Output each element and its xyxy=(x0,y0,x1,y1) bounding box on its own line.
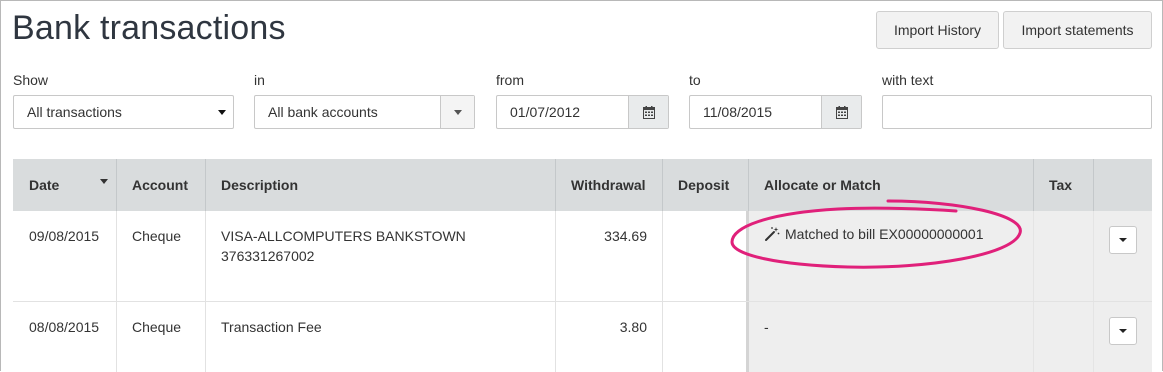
to-date-field[interactable]: 11/08/2015 xyxy=(689,95,862,129)
page-title: Bank transactions xyxy=(12,9,286,47)
row-allocate[interactable]: - xyxy=(764,317,769,337)
from-date-value: 01/07/2012 xyxy=(510,104,581,120)
row-actions-dropdown[interactable] xyxy=(1109,226,1137,254)
allocate-column-divider xyxy=(746,211,749,372)
account-dropdown-toggle[interactable] xyxy=(440,96,474,128)
column-allocate: Allocate or Match xyxy=(764,177,881,193)
in-label: in xyxy=(254,72,265,88)
row-description-line2: 376331267002 xyxy=(221,248,315,264)
to-calendar-button[interactable] xyxy=(821,96,861,128)
import-history-button[interactable]: Import History xyxy=(876,11,999,49)
chevron-down-icon xyxy=(454,110,462,115)
account-select[interactable]: All bank accounts xyxy=(254,95,475,129)
import-statements-button[interactable]: Import statements xyxy=(1003,11,1152,49)
to-label: to xyxy=(689,72,701,88)
magic-wand-icon xyxy=(765,227,780,241)
row-date: 08/08/2015 xyxy=(29,319,100,335)
column-date[interactable]: Date xyxy=(29,159,59,211)
chevron-down-icon xyxy=(1119,238,1127,242)
column-description[interactable]: Description xyxy=(221,159,298,211)
row-actions-dropdown[interactable] xyxy=(1109,317,1137,345)
from-label: from xyxy=(496,72,524,88)
column-account[interactable]: Account xyxy=(132,159,188,211)
row-account: Cheque xyxy=(132,228,182,244)
row-description-line1: VISA-ALLCOMPUTERS BANKSTOWN xyxy=(221,228,466,244)
account-select-value: All bank accounts xyxy=(268,104,378,120)
show-select-value: All transactions xyxy=(27,104,122,120)
transactions-table: Date Account Description Withdrawal Depo… xyxy=(13,159,1152,372)
row-account: Cheque xyxy=(132,319,182,335)
to-date-value: 11/08/2015 xyxy=(703,104,773,120)
row-description-line1: Transaction Fee xyxy=(221,319,322,335)
calendar-icon xyxy=(835,105,848,119)
chevron-down-icon xyxy=(218,110,226,115)
row-withdrawal: 334.69 xyxy=(604,228,647,244)
matched-bill-link[interactable]: Matched to bill EX00000000001 xyxy=(764,226,983,242)
show-select[interactable]: All transactions xyxy=(13,95,234,129)
sort-descending-icon[interactable] xyxy=(100,179,108,184)
calendar-icon xyxy=(642,105,655,119)
row-withdrawal: 3.80 xyxy=(619,319,647,335)
app-window: Bank transactions Import History Import … xyxy=(0,0,1163,372)
search-text-input[interactable] xyxy=(882,95,1152,129)
column-deposit[interactable]: Deposit xyxy=(678,159,729,211)
row-date: 09/08/2015 xyxy=(29,228,100,244)
with-text-label: with text xyxy=(882,72,934,88)
column-withdrawal[interactable]: Withdrawal xyxy=(571,159,646,211)
show-label: Show xyxy=(13,72,49,88)
from-calendar-button[interactable] xyxy=(628,96,668,128)
matched-bill-text: Matched to bill EX00000000001 xyxy=(785,226,984,242)
from-date-field[interactable]: 01/07/2012 xyxy=(496,95,669,129)
chevron-down-icon xyxy=(1119,329,1127,333)
column-tax: Tax xyxy=(1049,177,1073,193)
